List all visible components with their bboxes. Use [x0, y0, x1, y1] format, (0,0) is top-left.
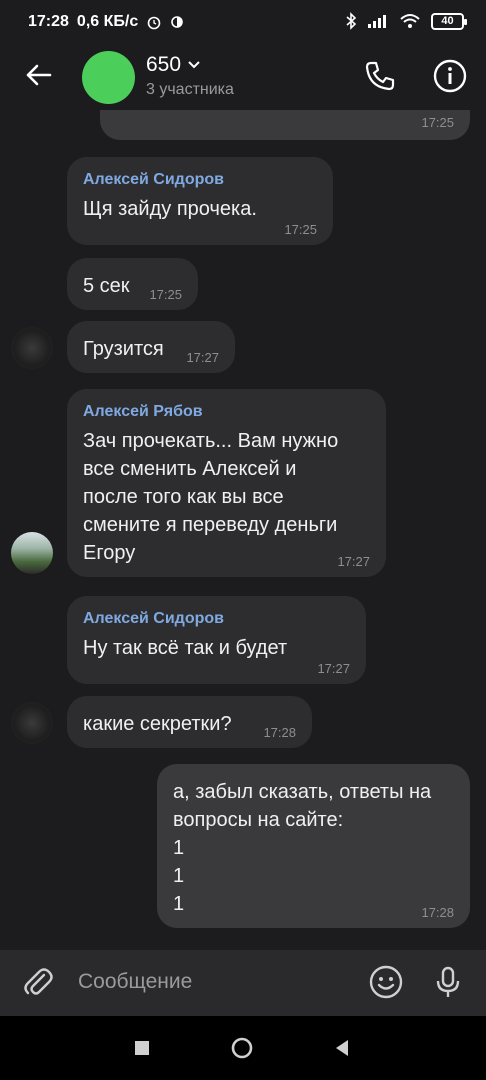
- message-input[interactable]: Сообщение: [78, 970, 192, 994]
- status-speed: 0,6 КБ/с: [76, 13, 139, 30]
- message-bubble-incoming[interactable]: 5 сек 17:25: [67, 258, 198, 310]
- message-time: 17:28: [263, 725, 296, 740]
- back-arrow-icon[interactable]: [22, 58, 56, 92]
- bluetooth-icon: [346, 12, 357, 30]
- sender-avatar[interactable]: [11, 702, 53, 744]
- message-sender: Алексей Сидоров: [83, 610, 224, 627]
- message-bubble-outgoing[interactable]: 17:25: [100, 110, 470, 140]
- message-bubble-incoming[interactable]: Алексей Рябов Зач прочекать... Вам нужно…: [67, 389, 386, 577]
- wifi-icon: [400, 14, 420, 28]
- message-time: 17:25: [421, 115, 454, 130]
- data-saver-icon: [171, 16, 184, 28]
- message-time: 17:27: [186, 350, 219, 365]
- alarm-icon: [147, 16, 161, 30]
- message-bubble-incoming[interactable]: Алексей Сидоров Ну так всё так и будет 1…: [67, 596, 366, 684]
- chevron-down-icon: [188, 61, 200, 69]
- info-icon[interactable]: [432, 58, 468, 94]
- message-sender: Алексей Рябов: [83, 403, 203, 420]
- message-time: 17:25: [149, 287, 182, 302]
- back-triangle-icon[interactable]: [330, 1036, 354, 1060]
- paperclip-icon[interactable]: [20, 964, 56, 1000]
- battery-indicator: 40: [431, 12, 467, 30]
- status-right: 40: [345, 12, 467, 30]
- status-bar: 17:28 0,6 КБ/с 40: [0, 0, 486, 44]
- emoji-icon[interactable]: [368, 964, 404, 1000]
- chat-header: 650 3 участника: [0, 44, 486, 110]
- message-composer: Сообщение: [0, 950, 486, 1016]
- chat-subtitle: 3 участника: [146, 81, 234, 98]
- message-bubble-outgoing[interactable]: а, забыл сказать, ответы на вопросы на с…: [157, 764, 470, 928]
- message-bubble-incoming[interactable]: Грузится 17:27: [67, 321, 235, 373]
- message-text: Ну так всё так и будет: [83, 637, 288, 659]
- chat-title[interactable]: 650: [146, 53, 201, 77]
- message-time: 17:25: [284, 222, 317, 237]
- message-bubble-incoming[interactable]: какие секретки? 17:28: [67, 696, 312, 748]
- message-time: 17:27: [317, 661, 350, 676]
- message-sender: Алексей Сидоров: [83, 171, 224, 188]
- message-bubble-incoming[interactable]: Алексей Сидоров Щя зайду прочека. 17:25: [67, 157, 333, 245]
- chat-avatar[interactable]: [82, 51, 135, 104]
- message-text: Щя зайду прочека.: [83, 198, 257, 220]
- message-time: 17:28: [421, 905, 454, 920]
- signal-icon: [368, 15, 386, 28]
- phone-icon[interactable]: [362, 58, 398, 94]
- message-list[interactable]: 17:25 Алексей Сидоров Щя зайду прочека. …: [0, 110, 486, 950]
- message-text: а, забыл сказать, ответы на вопросы на с…: [173, 781, 432, 915]
- status-left: 17:28 0,6 КБ/с: [28, 13, 184, 31]
- microphone-icon[interactable]: [430, 964, 466, 1000]
- sender-avatar[interactable]: [11, 532, 53, 574]
- home-circle-icon[interactable]: [230, 1036, 254, 1060]
- recents-square-icon[interactable]: [130, 1036, 154, 1060]
- sender-avatar[interactable]: [11, 327, 53, 369]
- message-time: 17:27: [337, 554, 370, 569]
- chat-title-text: 650: [146, 53, 182, 76]
- message-text: Зач прочекать... Вам нужно все сменить А…: [83, 430, 339, 564]
- status-time: 17:28: [28, 13, 69, 30]
- system-nav-bar: [0, 1016, 486, 1080]
